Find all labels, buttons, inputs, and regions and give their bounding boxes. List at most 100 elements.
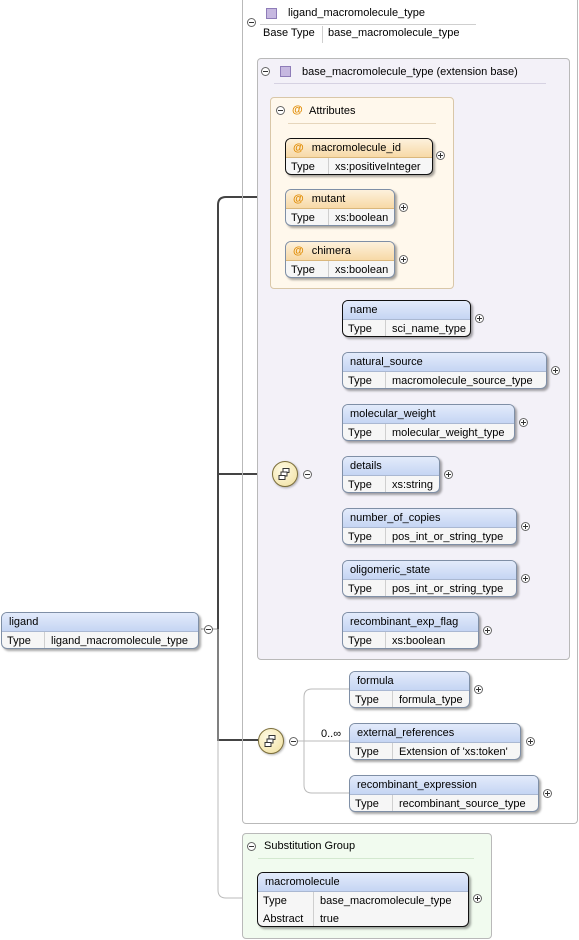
expand-name-icon[interactable]: [475, 314, 484, 323]
type-key: Type: [343, 476, 386, 492]
extension-type-icon: [280, 66, 291, 77]
sequence-glyph: [264, 735, 276, 747]
type-value: xs:boolean: [392, 635, 446, 647]
attribute-name: macromolecule_id: [311, 142, 401, 154]
type-value: Extension of 'xs:token': [399, 746, 508, 758]
base-type-value: base_macromolecule_type: [328, 27, 460, 39]
collapse-attributes-icon[interactable]: [276, 106, 285, 115]
type-value: formula_type: [399, 694, 463, 706]
type-key: Type: [343, 580, 386, 596]
expand-details-icon[interactable]: [444, 470, 453, 479]
attribute-mutant[interactable]: @ mutant Type xs:boolean: [285, 189, 395, 226]
collapse-extension-sequence-icon[interactable]: [289, 737, 298, 746]
attributes-title-underline: [288, 123, 436, 124]
element-details[interactable]: details Type xs:string: [342, 456, 440, 493]
expand-recombinant-expression-icon[interactable]: [543, 789, 552, 798]
element-name-label: external_references: [350, 724, 520, 743]
attribute-name: mutant: [311, 193, 346, 205]
type-key: Type: [286, 209, 329, 225]
element-ligand[interactable]: ligand Type ligand_macromolecule_type: [1, 612, 199, 649]
type-value: xs:boolean: [335, 212, 389, 224]
expand-mutant-icon[interactable]: [399, 203, 408, 212]
type-value: ligand_macromolecule_type: [51, 635, 188, 647]
expand-formula-icon[interactable]: [474, 685, 483, 694]
element-name-label: recombinant_exp_flag: [343, 613, 478, 632]
element-macromolecule[interactable]: macromolecule Type base_macromolecule_typ…: [257, 872, 469, 927]
type-value: base_macromolecule_type: [320, 895, 452, 907]
element-natural-source[interactable]: natural_source Type macromolecule_source_…: [342, 352, 547, 389]
type-key: Type: [350, 743, 393, 759]
type-key: Type: [343, 372, 386, 388]
substitution-group-title: Substitution Group: [264, 840, 356, 852]
extension-sequence-compositor-icon[interactable]: [258, 728, 284, 754]
element-name-label: natural_source: [343, 353, 546, 372]
element-name[interactable]: name Type sci_name_type: [342, 300, 471, 337]
expand-oligomeric-state-icon[interactable]: [521, 574, 530, 583]
element-oligomeric-state[interactable]: oligomeric_state Type pos_int_or_string_t…: [342, 560, 517, 597]
type-key: Type: [343, 632, 386, 648]
element-name-label: ligand: [2, 613, 198, 632]
element-recombinant-expression[interactable]: recombinant_expression Type recombinant_s…: [349, 775, 539, 812]
type-value: xs:positiveInteger: [335, 161, 421, 173]
type-key: Type: [2, 632, 45, 648]
attributes-title: Attributes: [309, 105, 356, 117]
type-value: xs:string: [392, 479, 433, 491]
type-value: macromolecule_source_type: [392, 375, 533, 387]
type-key: Type: [350, 795, 393, 811]
collapse-substitution-group-icon[interactable]: [247, 842, 256, 851]
expand-macromolecule-id-icon[interactable]: [436, 151, 445, 160]
expand-recombinant-exp-flag-icon[interactable]: [483, 626, 492, 635]
type-value: sci_name_type: [392, 323, 466, 335]
attribute-macromolecule-id[interactable]: @ macromolecule_id Type xs:positiveInteger: [285, 138, 433, 175]
element-external-references[interactable]: external_references Type Extension of 'xs…: [349, 723, 521, 760]
element-molecular-weight[interactable]: molecular_weight Type molecular_weight_ty…: [342, 404, 515, 441]
extension-title: base_macromolecule_type (extension base): [302, 66, 518, 78]
expand-molecular-weight-icon[interactable]: [519, 418, 528, 427]
expand-macromolecule-icon[interactable]: [473, 894, 482, 903]
expand-natural-source-icon[interactable]: [551, 366, 560, 375]
abstract-value: true: [320, 913, 339, 925]
type-key: Type: [343, 424, 386, 440]
element-formula[interactable]: formula Type formula_type: [349, 671, 470, 708]
at-icon: @: [293, 142, 304, 154]
type-name: ligand_macromolecule_type: [288, 7, 425, 19]
substitution-title-underline: [258, 858, 474, 859]
type-key: Type: [343, 528, 386, 544]
element-name-label: recombinant_expression: [350, 776, 538, 795]
attribute-chimera[interactable]: @ chimera Type xs:boolean: [285, 241, 395, 278]
type-key: Type: [343, 320, 386, 336]
type-value: xs:boolean: [335, 264, 389, 276]
abstract-key: Abstract: [258, 910, 314, 926]
collapse-sequence-icon[interactable]: [303, 470, 312, 479]
type-key: Type: [286, 261, 329, 277]
type-key: Type: [350, 691, 393, 707]
attribute-name: chimera: [311, 245, 351, 257]
collapse-ligand-icon[interactable]: [204, 625, 213, 634]
element-name-label: name: [343, 301, 470, 320]
expand-chimera-icon[interactable]: [399, 255, 408, 264]
expand-number-of-copies-icon[interactable]: [521, 522, 530, 531]
type-name-underline: [260, 24, 476, 25]
collapse-type-icon[interactable]: [247, 18, 256, 27]
type-value: pos_int_or_string_type: [392, 531, 504, 543]
extension-title-underline: [274, 83, 546, 84]
type-value: recombinant_source_type: [399, 798, 526, 810]
element-number-of-copies[interactable]: number_of_copies Type pos_int_or_string_t…: [342, 508, 517, 545]
element-name-label: oligomeric_state: [343, 561, 516, 580]
type-value: pos_int_or_string_type: [392, 583, 504, 595]
element-name-label: molecular_weight: [343, 405, 514, 424]
element-name-label: macromolecule: [258, 873, 468, 892]
complex-type-icon: [266, 8, 277, 19]
at-icon: @: [293, 193, 304, 205]
type-value: molecular_weight_type: [392, 427, 505, 439]
expand-external-references-icon[interactable]: [526, 737, 535, 746]
attributes-at-icon: @: [292, 104, 303, 116]
at-icon: @: [293, 245, 304, 257]
type-key: Type: [258, 892, 314, 910]
element-name-label: number_of_copies: [343, 509, 516, 528]
cardinality-label: 0..∞: [321, 728, 342, 740]
element-recombinant-exp-flag[interactable]: recombinant_exp_flag Type xs:boolean: [342, 612, 479, 649]
base-type-divider: [322, 26, 323, 43]
sequence-compositor-icon[interactable]: [272, 461, 298, 487]
collapse-extension-icon[interactable]: [261, 67, 270, 76]
